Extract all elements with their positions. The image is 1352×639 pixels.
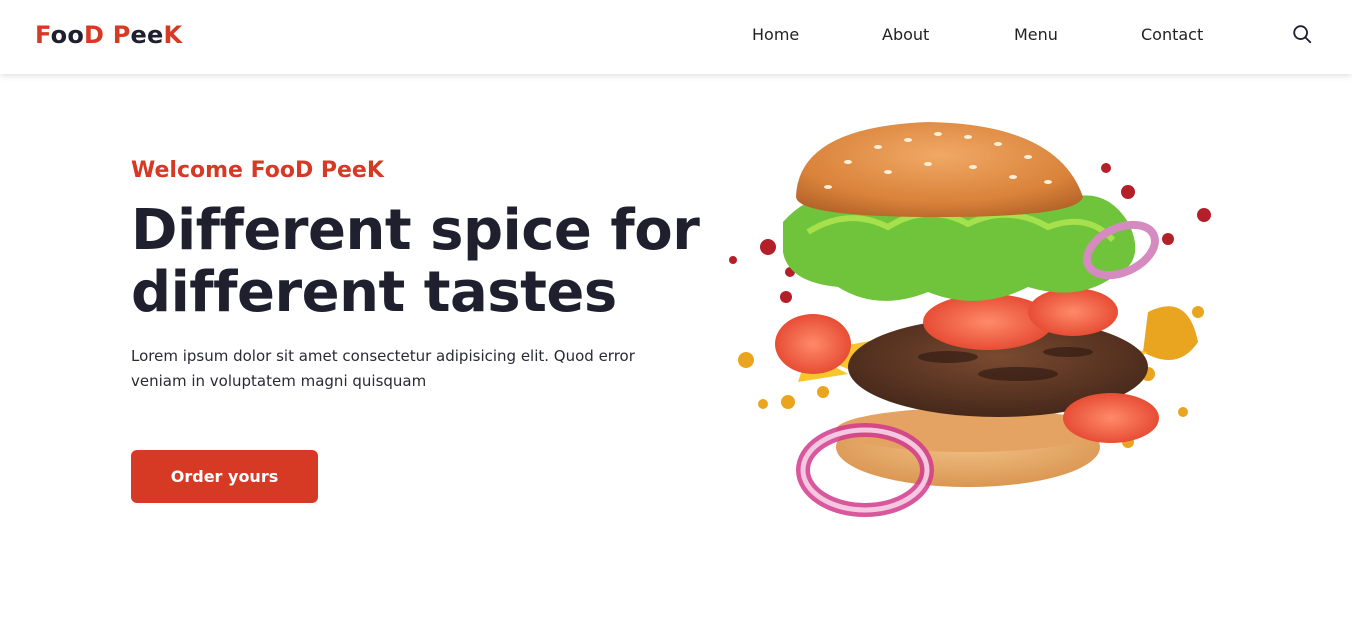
navbar: FooD PeeK Home About Menu Contact xyxy=(0,0,1352,74)
burger-image xyxy=(729,122,1211,517)
headline-line-2: different tastes xyxy=(131,260,617,325)
main-nav: Home About Menu Contact xyxy=(0,24,1352,48)
order-yours-button[interactable]: Order yours xyxy=(131,450,318,503)
nav-link-about[interactable]: About xyxy=(882,24,929,46)
hero-section: Welcome FooD PeeK Different spice for di… xyxy=(131,156,731,394)
headline-line-1: Different spice for xyxy=(131,198,700,263)
search-icon[interactable] xyxy=(1291,23,1313,45)
hero-welcome: Welcome FooD PeeK xyxy=(131,158,384,183)
hero-description: Lorem ipsum dolor sit amet consectetur a… xyxy=(131,347,635,390)
hero-headline: Different spice for different tastes xyxy=(131,200,731,324)
nav-link-home[interactable]: Home xyxy=(752,24,799,46)
nav-link-contact[interactable]: Contact xyxy=(1141,24,1203,46)
nav-link-menu[interactable]: Menu xyxy=(1014,24,1058,46)
